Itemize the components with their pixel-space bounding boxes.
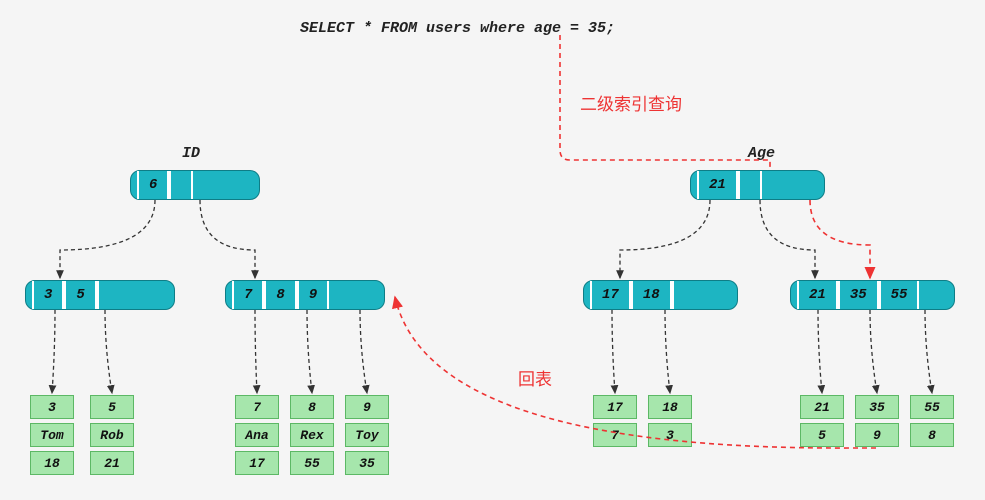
leaf-id: 8 [910,423,954,447]
leaf-age: 18 [648,395,692,419]
age-key: 17 [590,281,631,309]
leaf-id: 9 [345,395,389,419]
age-leaf: 18 3 [648,395,692,447]
age-tree-label: Age [748,145,775,162]
id-internal-left: 3 5 [25,280,175,310]
leaf-age: 55 [290,451,334,475]
id-internal-right: 7 8 9 [225,280,385,310]
leaf-age: 17 [235,451,279,475]
leaf-name: Tom [30,423,74,447]
age-internal-right: 21 35 55 [790,280,955,310]
leaf-age: 21 [90,451,134,475]
age-leaf: 17 7 [593,395,637,447]
age-key: 18 [631,281,672,309]
empty-slot [760,171,782,199]
leaf-age: 18 [30,451,74,475]
leaf-age: 35 [345,451,389,475]
age-key: 21 [797,281,838,309]
leaf-age: 55 [910,395,954,419]
label-secondary-index: 二级索引查询 [580,90,682,115]
id-leaf: 3 Tom 18 [30,395,74,475]
empty-slot [672,281,694,309]
label-back-to-table: 回表 [518,365,552,390]
leaf-id: 5 [800,423,844,447]
age-root-key: 21 [697,171,738,199]
age-internal-left: 17 18 [583,280,738,310]
leaf-name: Toy [345,423,389,447]
age-key: 55 [879,281,920,309]
id-key: 5 [64,281,96,309]
id-root-key: 6 [137,171,169,199]
empty-slot [97,281,119,309]
leaf-id: 3 [30,395,74,419]
id-leaf: 7 Ana 17 [235,395,279,475]
leaf-id: 7 [593,423,637,447]
age-leaf: 35 9 [855,395,899,447]
id-tree-label: ID [182,145,200,162]
leaf-age: 17 [593,395,637,419]
id-key: 3 [32,281,64,309]
id-leaf: 5 Rob 21 [90,395,134,475]
leaf-name: Rex [290,423,334,447]
id-key: 9 [297,281,329,309]
age-key: 35 [838,281,879,309]
sql-query: SELECT * FROM users where age = 35; [300,20,615,37]
leaf-id: 5 [90,395,134,419]
leaf-age: 21 [800,395,844,419]
leaf-age: 35 [855,395,899,419]
id-leaf: 8 Rex 55 [290,395,334,475]
age-root-node: 21 [690,170,825,200]
id-leaf: 9 Toy 35 [345,395,389,475]
empty-slot [191,171,213,199]
age-leaf: 21 5 [800,395,844,447]
empty-slot [169,171,191,199]
leaf-name: Ana [235,423,279,447]
leaf-id: 8 [290,395,334,419]
leaf-id: 7 [235,395,279,419]
leaf-id: 3 [648,423,692,447]
empty-slot [738,171,760,199]
age-leaf: 55 8 [910,395,954,447]
id-key: 7 [232,281,264,309]
leaf-name: Rob [90,423,134,447]
leaf-id: 9 [855,423,899,447]
id-key: 8 [264,281,296,309]
id-root-node: 6 [130,170,260,200]
